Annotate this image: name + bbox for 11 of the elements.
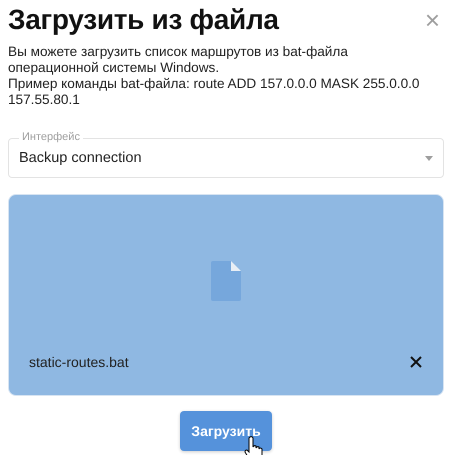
file-drop-zone[interactable]: static-routes.bat — [8, 194, 444, 396]
dropdown-caret-icon — [425, 156, 433, 160]
description-text: Вы можете загрузить список маршрутов из bat-файла операционной системы Windows. — [8, 44, 349, 76]
field-label: Интерфейс — [19, 131, 83, 144]
description-text: Пример команды bat-файла: route ADD 157.0.0.0 MASK 255.0.0.0 157.55.80.1 — [8, 76, 420, 108]
interface-select[interactable]: Интерфейс Backup connection — [8, 130, 444, 178]
dialog-title: Загрузить из файла — [8, 4, 279, 36]
file-icon — [211, 261, 241, 301]
remove-file-icon[interactable] — [409, 355, 423, 369]
file-name: static-routes.bat — [29, 354, 129, 370]
select-value: Backup connection — [19, 150, 142, 166]
